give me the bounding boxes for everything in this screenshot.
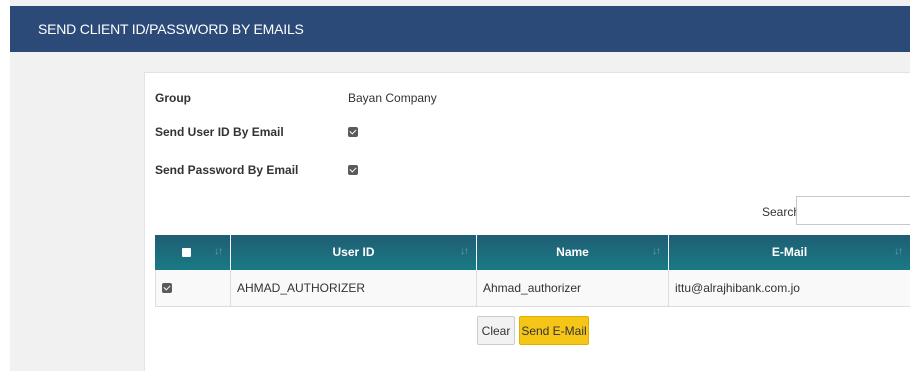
column-header-user-id[interactable]: User ID ↓↑: [231, 235, 477, 270]
page-frame: SEND CLIENT ID/PASSWORD BY EMAILS Group …: [0, 0, 910, 371]
send-email-button[interactable]: Send E-Mail: [519, 316, 589, 345]
clear-button[interactable]: Clear: [477, 316, 515, 345]
search-input[interactable]: [796, 196, 910, 225]
page-title: SEND CLIENT ID/PASSWORD BY EMAILS: [38, 21, 304, 37]
column-header-name[interactable]: Name ↓↑: [477, 235, 669, 270]
column-label-email: E-Mail: [771, 245, 808, 259]
send-userid-label: Send User ID By Email: [155, 125, 284, 139]
sort-icon[interactable]: ↓↑: [460, 247, 469, 257]
table-row[interactable]: AHMAD_AUTHORIZER Ahmad_authorizer ittu@a…: [155, 270, 910, 307]
page-header: SEND CLIENT ID/PASSWORD BY EMAILS: [10, 6, 910, 52]
column-header-select[interactable]: ↓↑: [155, 235, 231, 270]
group-label: Group: [155, 91, 191, 105]
cell-name: Ahmad_authorizer: [477, 270, 669, 307]
row-checkbox[interactable]: [162, 283, 172, 293]
column-label-name: Name: [556, 245, 589, 259]
sort-icon[interactable]: ↓↑: [214, 247, 223, 257]
column-label-user-id: User ID: [332, 245, 375, 259]
cell-user-id: AHMAD_AUTHORIZER: [231, 270, 477, 307]
send-password-checkbox[interactable]: [348, 165, 358, 175]
table-header: ↓↑ User ID ↓↑ Name ↓↑ E-Mail ↓↑: [155, 235, 910, 270]
row-select-cell[interactable]: [155, 270, 231, 307]
sort-icon[interactable]: ↓↑: [652, 247, 661, 257]
select-all-checkbox[interactable]: [182, 248, 191, 257]
cell-email: ittu@alrajhibank.com.jo: [675, 281, 800, 295]
group-value: Bayan Company: [348, 91, 437, 105]
send-userid-checkbox[interactable]: [348, 127, 358, 137]
sort-icon[interactable]: ↓↑: [894, 247, 903, 257]
column-header-email[interactable]: E-Mail ↓↑: [669, 235, 910, 270]
send-password-label: Send Password By Email: [155, 163, 299, 177]
